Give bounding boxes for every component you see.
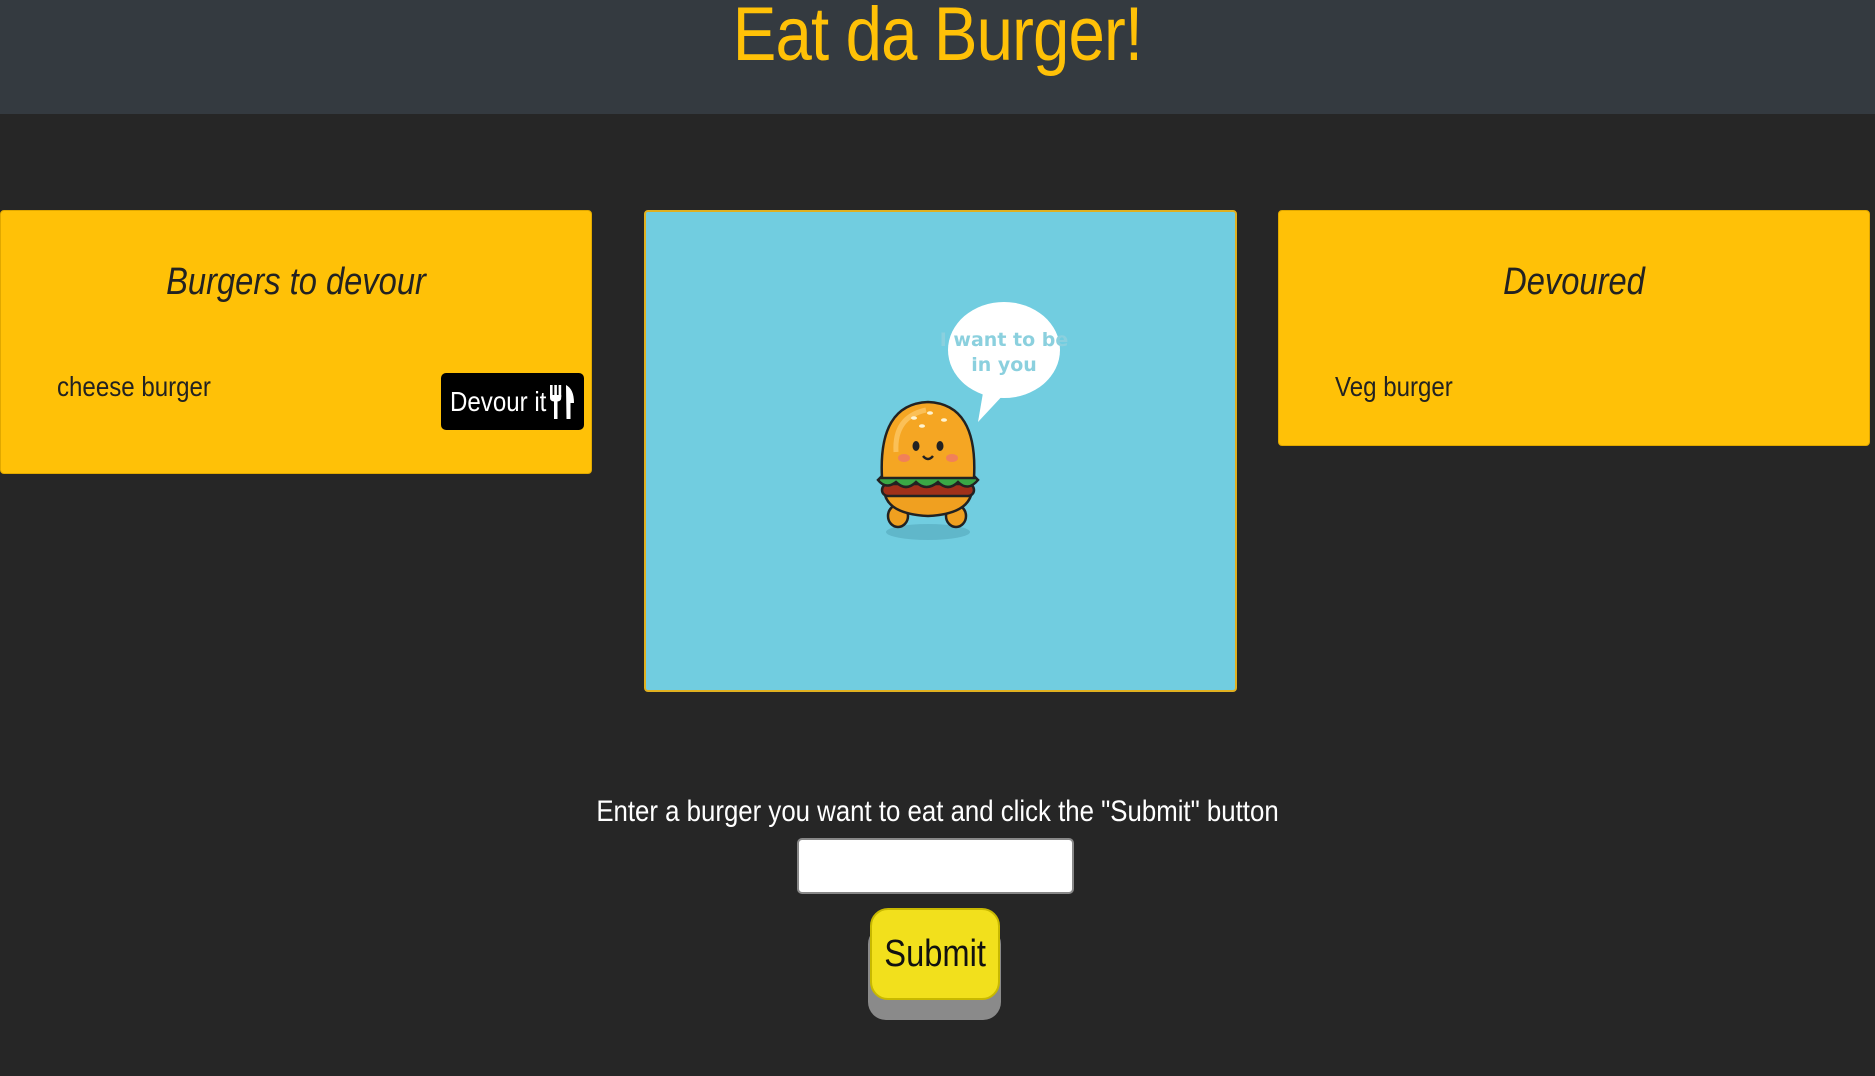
speech-bubble-line-1: I want to be (940, 329, 1069, 351)
devoured-title: Devoured (1503, 261, 1645, 303)
burger-item-name: cheese burger (57, 371, 211, 402)
submit-button-label: Submit (884, 933, 986, 975)
site-header: Eat da Burger! (0, 0, 1875, 114)
submit-button[interactable]: Submit (870, 908, 1000, 1000)
burger-mascot-image: I want to be in you (876, 302, 1069, 540)
devour-it-button[interactable]: Devour it (441, 373, 584, 430)
burger-illustration: I want to be in you (644, 210, 1237, 692)
burger-name-input[interactable] (797, 838, 1074, 894)
devoured-card: Devoured Veg burger (1278, 210, 1870, 446)
burgers-to-devour-card: Burgers to devour cheese burger Devour i… (0, 210, 592, 474)
speech-bubble-line-2: in you (971, 354, 1037, 376)
devoured-item-name: Veg burger (1335, 371, 1453, 402)
devour-button-label: Devour it (450, 386, 547, 417)
burgers-to-devour-title: Burgers to devour (166, 261, 426, 303)
form-instruction: Enter a burger you want to eat and click… (596, 795, 1279, 828)
site-title: Eat da Burger! (732, 0, 1143, 77)
utensils-icon (550, 385, 574, 419)
